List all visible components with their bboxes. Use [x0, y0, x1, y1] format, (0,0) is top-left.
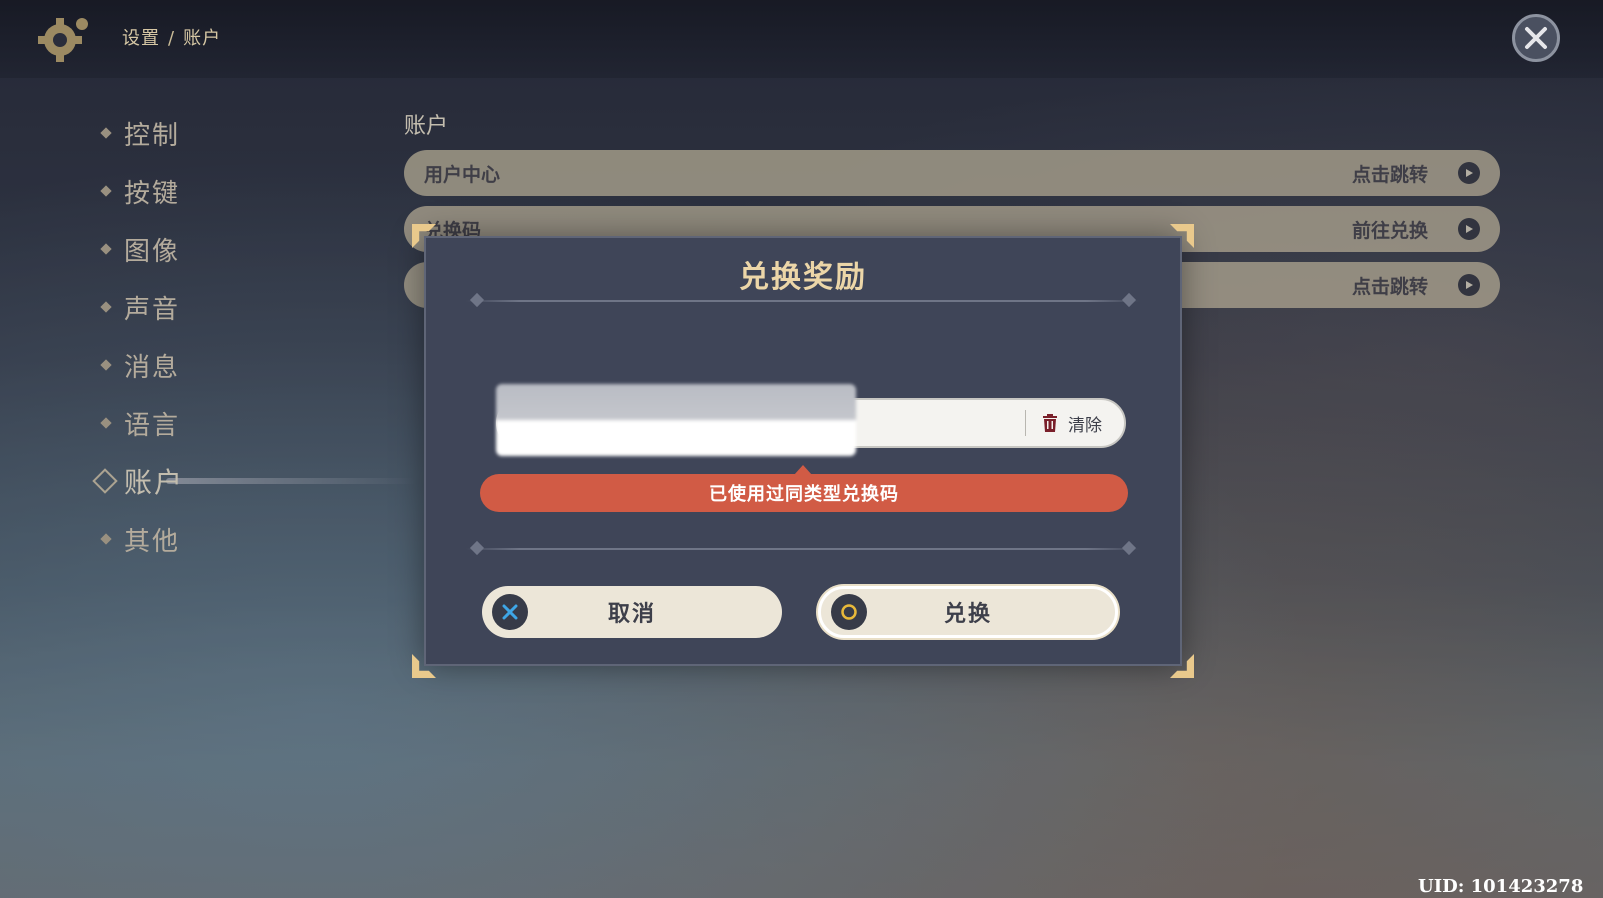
- breadcrumb-separator: /: [168, 28, 176, 49]
- circle-icon: [831, 594, 867, 630]
- clear-button[interactable]: 清除: [1025, 410, 1124, 436]
- close-button[interactable]: [1512, 14, 1560, 62]
- gear-icon: [38, 18, 88, 62]
- redeem-label: 兑换: [943, 602, 992, 627]
- redeem-button[interactable]: 兑换: [818, 586, 1118, 638]
- top-bar: 设置 / 账户: [0, 0, 1603, 78]
- breadcrumb-current: 账户: [183, 28, 222, 49]
- redacted-code-overlay: [496, 384, 856, 456]
- clear-label: 清除: [1068, 415, 1102, 436]
- cross-icon: [492, 594, 528, 630]
- redeem-dialog: 兑换奖励 清除 已使用过同类型兑换码 取消 兑换: [412, 224, 1182, 666]
- uid-label: UID: 101423278: [1418, 876, 1584, 897]
- divider: [466, 548, 1140, 550]
- close-icon: [1525, 27, 1547, 49]
- divider: [466, 300, 1140, 302]
- breadcrumb-parent[interactable]: 设置: [122, 28, 160, 49]
- trash-icon: [1043, 414, 1057, 432]
- error-message: 已使用过同类型兑换码: [480, 465, 1128, 512]
- cancel-label: 取消: [607, 602, 656, 627]
- cancel-button[interactable]: 取消: [482, 586, 782, 638]
- dialog-title: 兑换奖励: [739, 260, 867, 295]
- breadcrumb: 设置 / 账户: [122, 24, 221, 50]
